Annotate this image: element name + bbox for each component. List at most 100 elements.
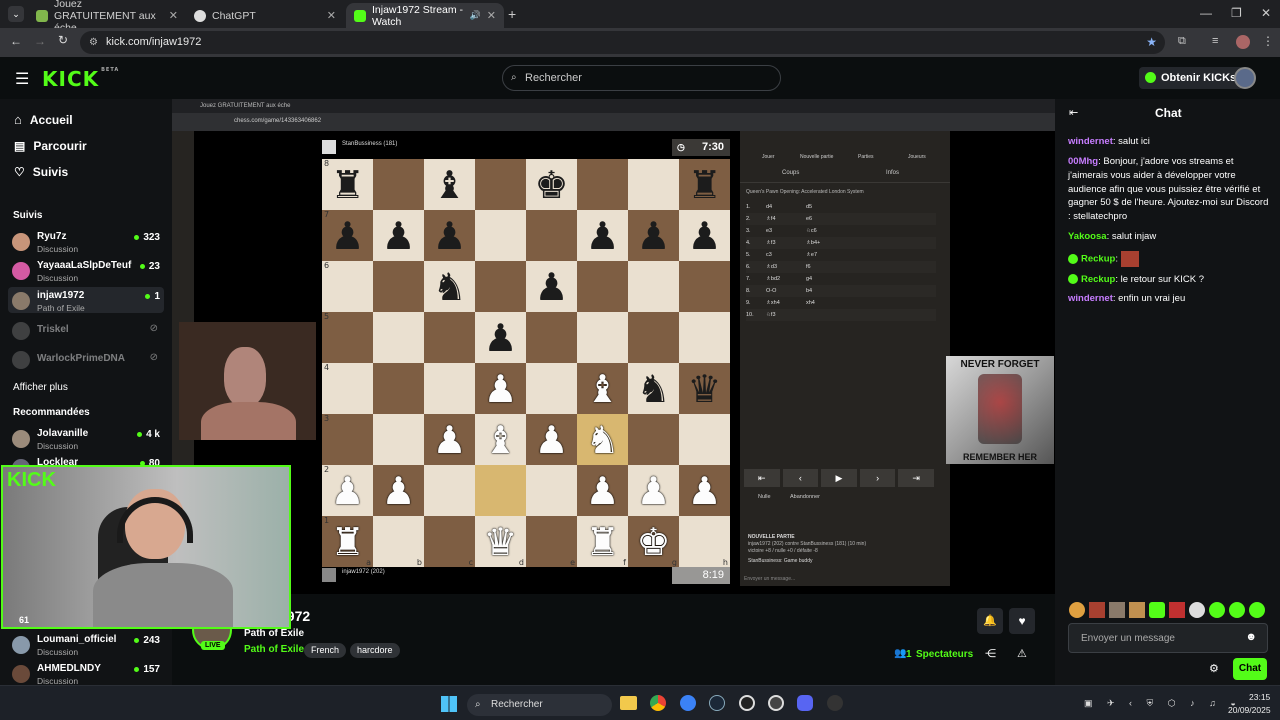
emote-icon[interactable]	[1249, 602, 1265, 618]
emote-icon[interactable]	[1109, 602, 1125, 618]
new-tab-icon[interactable]: +	[508, 6, 516, 22]
chat-input[interactable]: Envoyer un message ☻	[1068, 623, 1268, 653]
white-move[interactable]: ♗bd2	[766, 276, 780, 282]
board-square[interactable]	[577, 312, 628, 363]
board-square[interactable]	[628, 261, 679, 312]
followed-channel-offline[interactable]: Triskel ⊘	[8, 317, 164, 343]
followed-channel-offline[interactable]: WarlockPrimeDNA ⊘	[8, 346, 164, 372]
url-input[interactable]: ⚙ kick.com/injaw1972 ★	[80, 31, 1165, 54]
black-pawn-icon[interactable]: ♟	[585, 217, 619, 255]
white-move[interactable]: ♗f3	[766, 240, 776, 246]
board-square[interactable]	[577, 261, 628, 312]
white-queen-icon[interactable]: ♛	[483, 523, 517, 561]
emote-icon[interactable]	[1069, 602, 1085, 618]
stream-category[interactable]: Path of Exile	[244, 644, 304, 655]
show-more-link[interactable]: Afficher plus	[13, 382, 68, 393]
share-icon[interactable]: ⋲	[985, 647, 996, 660]
black-pawn-icon[interactable]: ♟	[534, 268, 568, 306]
emote-icon[interactable]	[1209, 602, 1225, 618]
board-square[interactable]: ♞	[424, 261, 475, 312]
white-move[interactable]: ♗d3	[766, 264, 777, 270]
move-row[interactable]: 4. ♗f3 ♗b4+	[746, 237, 936, 249]
board-square[interactable]: ♟	[373, 465, 424, 516]
kick-logo[interactable]: KICK BETA	[42, 67, 119, 91]
move-row[interactable]: 8. O-O b4	[746, 285, 936, 297]
black-knight-icon[interactable]: ♞	[636, 370, 670, 408]
move-row[interactable]: 7. ♗bd2 g4	[746, 273, 936, 285]
board-square[interactable]: ♜ 1 a	[322, 516, 373, 567]
black-king-icon[interactable]: ♚	[534, 166, 568, 204]
board-square[interactable]: ♟	[424, 210, 475, 261]
board-square[interactable]	[679, 414, 730, 465]
prev-move-icon[interactable]: ‹	[782, 469, 819, 487]
white-pawn-icon[interactable]: ♟	[381, 472, 415, 510]
white-move[interactable]: ♗f4	[766, 216, 776, 222]
board-square[interactable]: ♜	[679, 159, 730, 210]
board-square[interactable]	[424, 312, 475, 363]
black-move[interactable]: ♗b4+	[806, 240, 820, 246]
chat-send-button[interactable]: Chat	[1233, 658, 1267, 680]
nav-browse[interactable]: ▤ Parcourir	[14, 139, 87, 153]
board-square[interactable]: ♛	[679, 363, 730, 414]
audio-icon[interactable]: 🔊	[470, 10, 481, 21]
close-tab-icon[interactable]: ✕	[487, 9, 496, 22]
board-square[interactable]: c	[424, 516, 475, 567]
board-square[interactable]: ♜ 8	[322, 159, 373, 210]
board-square[interactable]: b	[373, 516, 424, 567]
panel-tab-players[interactable]: Joueurs	[908, 154, 926, 160]
discord-icon[interactable]	[797, 695, 813, 711]
board-square[interactable]	[628, 159, 679, 210]
emote-icon[interactable]	[1189, 602, 1205, 618]
browser-tab-chess[interactable]: Jouez GRATUITEMENT aux éche ✕	[28, 0, 186, 34]
hamburger-menu-icon[interactable]: ☰	[15, 69, 29, 89]
white-move[interactable]: O-O	[766, 288, 776, 294]
board-square[interactable]: h	[679, 516, 730, 567]
close-window-icon[interactable]: ✕	[1261, 6, 1271, 20]
board-square[interactable]	[475, 465, 526, 516]
reload-icon[interactable]: ↻	[58, 33, 68, 47]
black-move[interactable]: xh4	[806, 300, 815, 306]
emote-icon[interactable]	[1149, 602, 1165, 618]
board-square[interactable]	[424, 363, 475, 414]
emote-icon[interactable]	[1229, 602, 1245, 618]
steam-icon[interactable]	[709, 695, 725, 711]
close-tab-icon[interactable]: ✕	[169, 9, 178, 22]
tray-icons[interactable]: ▣ ✈ ‹ ⛨ ⬡ ♪ ♫ ◒	[1084, 698, 1242, 709]
chat-username[interactable]: Yakoosa	[1068, 231, 1107, 242]
board-square[interactable]: ♟	[679, 210, 730, 261]
file-explorer-icon[interactable]	[620, 696, 637, 710]
black-move[interactable]: e6	[806, 216, 812, 222]
board-square[interactable]: ♚ g	[628, 516, 679, 567]
get-kicks-button[interactable]: Obtenir KICKs	[1139, 67, 1245, 89]
board-square[interactable]: 3	[322, 414, 373, 465]
nav-following[interactable]: ♡ Suivis	[14, 165, 68, 179]
extensions-icon[interactable]: ⧉	[1178, 35, 1186, 48]
back-icon[interactable]: ←	[10, 34, 22, 48]
browser-tab-kick[interactable]: Injaw1972 Stream - Watch 🔊 ✕	[346, 3, 504, 28]
board-square[interactable]: ♟	[475, 363, 526, 414]
followed-channel-active[interactable]: injaw1972 Path of Exile 1	[8, 287, 164, 313]
board-square[interactable]	[628, 312, 679, 363]
move-row[interactable]: 3. e3 ♘c6	[746, 225, 936, 237]
move-row[interactable]: 9. ♗xh4 xh4	[746, 297, 936, 309]
windows-start-icon[interactable]	[441, 696, 457, 712]
panel-tab-games[interactable]: Parties	[858, 154, 874, 160]
black-move[interactable]: f6	[806, 264, 811, 270]
board-square[interactable]: ♟	[475, 312, 526, 363]
board-square[interactable]: e	[526, 516, 577, 567]
board-square[interactable]: ♟	[628, 465, 679, 516]
board-square[interactable]	[628, 414, 679, 465]
board-square[interactable]: ♟	[526, 261, 577, 312]
board-square[interactable]: 6	[322, 261, 373, 312]
board-square[interactable]	[373, 414, 424, 465]
draw-button[interactable]: Nulle	[758, 494, 771, 500]
black-pawn-icon[interactable]: ♟	[636, 217, 670, 255]
white-knight-icon[interactable]: ♞	[585, 421, 619, 459]
board-square[interactable]	[373, 159, 424, 210]
board-square[interactable]: ♟	[628, 210, 679, 261]
board-square[interactable]: ♟ 7	[322, 210, 373, 261]
report-icon[interactable]: ⚠	[1017, 647, 1027, 660]
board-square[interactable]: ♛ d	[475, 516, 526, 567]
board-square[interactable]: ♟	[679, 465, 730, 516]
board-square[interactable]	[373, 312, 424, 363]
